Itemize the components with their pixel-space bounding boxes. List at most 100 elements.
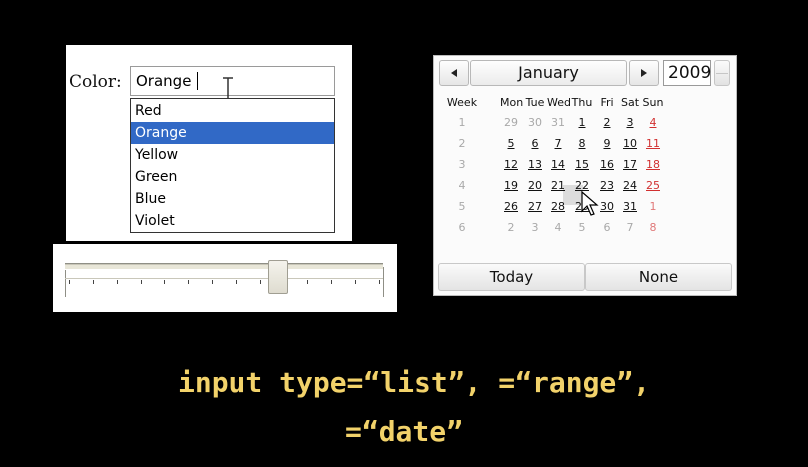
weekday-header: Week (446, 96, 478, 109)
prev-month-button[interactable] (439, 60, 469, 86)
calendar-day[interactable]: 18 (642, 158, 664, 171)
calendar-day[interactable]: 28 (547, 200, 569, 213)
weekday-header: Thu (571, 96, 593, 109)
range-tick (355, 280, 357, 284)
range-tick (92, 280, 94, 284)
weekday-header: Mon (500, 96, 524, 109)
calendar-day[interactable]: 29 (500, 116, 522, 129)
calendar-day[interactable]: 1 (642, 200, 664, 213)
next-month-button[interactable] (629, 60, 659, 86)
calendar-day[interactable]: 9 (596, 137, 618, 150)
calendar-week-row: 2 5 6 7 8 9 10 11 (434, 134, 736, 155)
calendar-day[interactable]: 23 (596, 179, 618, 192)
week-number: 4 (458, 179, 466, 192)
calendar-day[interactable]: 7 (547, 137, 569, 150)
year-input[interactable]: 2009 (663, 60, 711, 86)
weekday-header: Fri (600, 96, 614, 109)
calendar-day[interactable]: 14 (547, 158, 569, 171)
range-tick (379, 280, 380, 284)
range-track-right-edge (383, 267, 384, 297)
range-tick (331, 280, 333, 284)
calendar-day[interactable]: 15 (571, 158, 593, 171)
color-option[interactable]: Green (131, 166, 334, 188)
calendar-day[interactable]: 27 (524, 200, 546, 213)
calendar-day[interactable]: 2 (500, 221, 522, 234)
calendar-day[interactable]: 21 (547, 179, 569, 192)
calendar-day[interactable]: 2 (596, 116, 618, 129)
text-caret (197, 72, 198, 90)
calendar-day[interactable]: 1 (571, 116, 593, 129)
year-spinner[interactable] (714, 60, 730, 86)
range-tick (212, 280, 214, 284)
calendar-day[interactable]: 26 (500, 200, 522, 213)
calendar-day[interactable]: 4 (642, 116, 664, 129)
range-tick-baseline (65, 278, 383, 279)
range-slider-panel (53, 244, 397, 312)
week-number: 5 (458, 200, 466, 213)
calendar-day[interactable]: 16 (596, 158, 618, 171)
calendar-day[interactable]: 5 (571, 221, 593, 234)
color-option[interactable]: Orange (131, 122, 334, 144)
caption-line-1: input type=“list”, =“range”, (177, 366, 650, 399)
calendar-day[interactable]: 30 (524, 116, 546, 129)
weekday-header: Tue (525, 96, 545, 109)
weekday-header: Sun (642, 96, 664, 109)
range-track[interactable] (65, 263, 383, 270)
range-tick (69, 280, 70, 284)
none-button[interactable]: None (585, 263, 732, 291)
color-option[interactable]: Yellow (131, 144, 334, 166)
calendar-day[interactable]: 20 (524, 179, 546, 192)
today-button[interactable]: Today (438, 263, 585, 291)
chevron-left-icon (451, 69, 457, 77)
calendar-day[interactable]: 3 (524, 221, 546, 234)
calendar-day[interactable]: 24 (619, 179, 641, 192)
calendar-day[interactable]: 7 (619, 221, 641, 234)
calendar-day[interactable]: 11 (642, 137, 664, 150)
range-tick (164, 280, 166, 284)
range-tick (259, 280, 261, 284)
color-option[interactable]: Blue (131, 188, 334, 210)
calendar-week-row: 1 29 30 31 1 2 3 4 (434, 113, 736, 134)
calendar-day[interactable]: 6 (596, 221, 618, 234)
range-tick (188, 280, 190, 284)
calendar-day[interactable]: 8 (571, 137, 593, 150)
color-input-value: Orange (136, 72, 192, 90)
calendar-week-row: 3 12 13 14 15 16 17 18 (434, 155, 736, 176)
week-number: 6 (458, 221, 466, 234)
color-option[interactable]: Violet (131, 210, 334, 232)
color-option[interactable]: Red (131, 100, 334, 122)
calendar-day[interactable]: 30 (596, 200, 618, 213)
date-picker: January 2009 Week Mon Tue Wed Thu Fri Sat Sun 1… (433, 55, 737, 296)
week-number: 2 (458, 137, 466, 150)
calendar-day[interactable]: 17 (619, 158, 641, 171)
calendar-week-row: 62345678 (434, 218, 736, 239)
calendar-day[interactable]: 8 (642, 221, 664, 234)
caption-line-2: =“date” (344, 415, 463, 448)
range-track-left-edge (65, 267, 66, 297)
range-tick (140, 280, 142, 284)
calendar-day[interactable]: 31 (547, 116, 569, 129)
color-options-list: Red Orange Yellow Green Blue Violet (130, 98, 335, 233)
calendar-day[interactable]: 31 (619, 200, 641, 213)
month-select[interactable]: January (470, 60, 627, 86)
weekday-header: Wed (547, 96, 571, 109)
calendar-day[interactable]: 13 (524, 158, 546, 171)
range-thumb[interactable] (268, 260, 289, 294)
range-tick (235, 280, 237, 284)
range-tick (116, 280, 118, 284)
calendar-day[interactable]: 4 (547, 221, 569, 234)
calendar-day[interactable]: 19 (500, 179, 522, 192)
date-picker-footer: Today None (438, 263, 732, 291)
calendar-day[interactable]: 10 (619, 137, 641, 150)
weekday-header: Sat (620, 96, 640, 109)
color-label: Color: (69, 72, 122, 92)
range-tick (307, 280, 309, 284)
calendar-day[interactable]: 6 (524, 137, 546, 150)
week-number: 3 (458, 158, 466, 171)
calendar-day[interactable]: 12 (500, 158, 522, 171)
calendar-day[interactable]: 25 (642, 179, 664, 192)
calendar-header-row: Week Mon Tue Wed Thu Fri Sat Sun (434, 92, 736, 112)
calendar-day[interactable]: 3 (619, 116, 641, 129)
chevron-right-icon (641, 69, 647, 77)
calendar-day[interactable]: 5 (500, 137, 522, 150)
